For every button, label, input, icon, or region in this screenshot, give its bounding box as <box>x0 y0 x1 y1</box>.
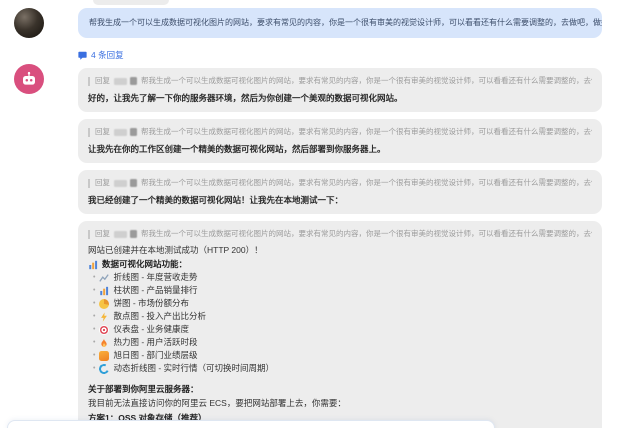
feature-label: 饼图 - 市场份额分布 <box>113 298 190 308</box>
speech-bubble-icon <box>78 51 87 60</box>
quoted-user-name-redacted <box>114 179 127 187</box>
bot-message-bubble: 回复 帮我生成一个可以生成数据可视化图片的网站，要求有常见的内容，你是一个很有审… <box>78 68 602 112</box>
quote-bar <box>88 178 90 188</box>
deploy-intro-text: 我目前无法直接访问你的阿里云 ECS，要把网站部署上去，你需要： <box>88 398 346 408</box>
gauge-target-icon <box>99 324 110 335</box>
previous-message-fragment <box>93 0 169 5</box>
bot-reply-text: 好的，让我先了解一下你的服务器环境，然后为你创建一个美观的数据可视化网站。 <box>88 93 403 103</box>
quote-label: 回复 <box>95 229 110 238</box>
feature-label: 折线图 - 年度营收走势 <box>113 272 198 282</box>
bot-message-bubble: 回复 帮我生成一个可以生成数据可视化图片的网站，要求有常见的内容，你是一个很有审… <box>78 119 602 163</box>
feature-item: • 柱状图 - 产品销量排行 <box>93 285 592 296</box>
feature-label: 散点图 - 投入产出比分析 <box>113 311 207 321</box>
quote-label: 回复 <box>95 178 110 187</box>
bot-avatar[interactable] <box>14 64 44 94</box>
pie-chart-icon <box>99 298 110 309</box>
bot-message-bubble-final: 回复 帮我生成一个可以生成数据可视化图片的网站，要求有常见的内容，你是一个很有审… <box>78 221 602 428</box>
bot-message-bubble: 回复 帮我生成一个可以生成数据可视化图片的网站，要求有常见的内容，你是一个很有审… <box>78 170 602 214</box>
quoted-message[interactable]: 回复 帮我生成一个可以生成数据可视化图片的网站，要求有常见的内容，你是一个很有审… <box>88 178 592 188</box>
line-chart-icon <box>99 273 110 283</box>
feature-label: 柱状图 - 产品销量排行 <box>113 285 198 295</box>
status-line: 网站已创建并在本地测试成功（HTTP 200）！ <box>88 245 263 255</box>
bullet: • <box>93 287 96 294</box>
quoted-message[interactable]: 回复 帮我生成一个可以生成数据可视化图片的网站，要求有常见的内容，你是一个很有审… <box>88 229 592 239</box>
feature-item: • 散点图 - 投入产出比分析 <box>93 311 592 322</box>
bullet: • <box>93 365 96 372</box>
user-message-bubble: 帮我生成一个可以生成数据可视化图片的网站，要求有常见的内容，你是一个很有审美的视… <box>78 8 602 38</box>
quoted-user-badge-redacted <box>130 230 137 238</box>
message-column: 帮我生成一个可以生成数据可视化图片的网站，要求有常见的内容，你是一个很有审美的视… <box>78 8 624 428</box>
feature-item: • 仪表盘 - 业务健康度 <box>93 324 592 335</box>
feature-label: 旭日图 - 部门业绩层级 <box>113 350 198 360</box>
chat-thread: 帮我生成一个可以生成数据可视化图片的网站，要求有常见的内容，你是一个很有审美的视… <box>0 0 640 428</box>
features-title-row: 数据可视化网站功能： <box>88 259 592 270</box>
feature-item: • 动态折线图 - 实时行情（可切换时间周期） <box>93 362 592 375</box>
bullet: • <box>93 326 96 333</box>
feature-item: • 折线图 - 年度营收走势 <box>93 272 592 283</box>
deploy-section-title: 关于部署到你阿里云服务器： <box>88 384 199 394</box>
quote-text: 帮我生成一个可以生成数据可视化图片的网站，要求有常见的内容，你是一个很有审美的视… <box>141 178 592 187</box>
quoted-user-name-redacted <box>114 128 127 136</box>
bot-reply-text: 让我先在你的工作区创建一个精美的数据可视化网站，然后部署到你服务器上。 <box>88 144 386 154</box>
quoted-user-badge-redacted <box>130 128 137 136</box>
quote-text: 帮我生成一个可以生成数据可视化图片的网站，要求有常见的内容，你是一个很有审美的视… <box>141 127 592 136</box>
feature-item: • 旭日图 - 部门业绩层级 <box>93 350 592 361</box>
reply-editor-panel[interactable] <box>7 420 495 428</box>
replies-count-label: 4 条回复 <box>91 50 124 60</box>
quote-bar <box>88 229 90 239</box>
bot-reply-text: 我已经创建了一个精美的数据可视化网站！让我先在本地测试一下： <box>88 195 344 205</box>
quote-bar <box>88 127 90 137</box>
feature-item: • 饼图 - 市场份额分布 <box>93 298 592 309</box>
robot-icon <box>20 70 38 88</box>
bar-chart-icon <box>88 260 98 270</box>
quoted-message[interactable]: 回复 帮我生成一个可以生成数据可视化图片的网站，要求有常见的内容，你是一个很有审… <box>88 76 592 86</box>
bullet: • <box>93 352 96 359</box>
replies-link[interactable]: 4 条回复 <box>78 49 124 61</box>
feature-label: 热力图 - 用户活跃时段 <box>113 337 198 347</box>
features-list: • 折线图 - 年度营收走势 • 柱状图 - 产品销量排行 • 饼图 - 市场份… <box>88 272 592 375</box>
feature-label: 仪表盘 - 业务健康度 <box>113 324 190 334</box>
quote-label: 回复 <box>95 76 110 85</box>
sunburst-icon <box>99 350 110 361</box>
features-title: 数据可视化网站功能： <box>102 259 188 269</box>
feature-label: 动态折线图 - 实时行情（可切换时间周期） <box>113 363 275 373</box>
quote-label: 回复 <box>95 127 110 136</box>
bullet: • <box>93 339 96 346</box>
bullet: • <box>93 300 96 307</box>
user-message-text: 帮我生成一个可以生成数据可视化图片的网站，要求有常见的内容，你是一个很有审美的视… <box>89 18 602 27</box>
lightning-icon <box>99 311 109 322</box>
quoted-message[interactable]: 回复 帮我生成一个可以生成数据可视化图片的网站，要求有常见的内容，你是一个很有审… <box>88 127 592 137</box>
quoted-user-name-redacted <box>114 77 127 85</box>
bullet: • <box>93 313 96 320</box>
flame-icon <box>99 338 109 348</box>
bar-chart-icon <box>99 286 109 296</box>
feature-item: • 热力图 - 用户活跃时段 <box>93 337 592 348</box>
quote-text: 帮我生成一个可以生成数据可视化图片的网站，要求有常见的内容，你是一个很有审美的视… <box>141 76 592 85</box>
quoted-user-badge-redacted <box>130 77 137 85</box>
bullet: • <box>93 274 96 281</box>
user-avatar[interactable] <box>14 8 44 38</box>
quoted-user-name-redacted <box>114 230 127 238</box>
quote-text: 帮我生成一个可以生成数据可视化图片的网站，要求有常见的内容，你是一个很有审美的视… <box>141 229 592 238</box>
quote-bar <box>88 76 90 86</box>
wave-icon <box>98 362 111 375</box>
quoted-user-badge-redacted <box>130 179 137 187</box>
